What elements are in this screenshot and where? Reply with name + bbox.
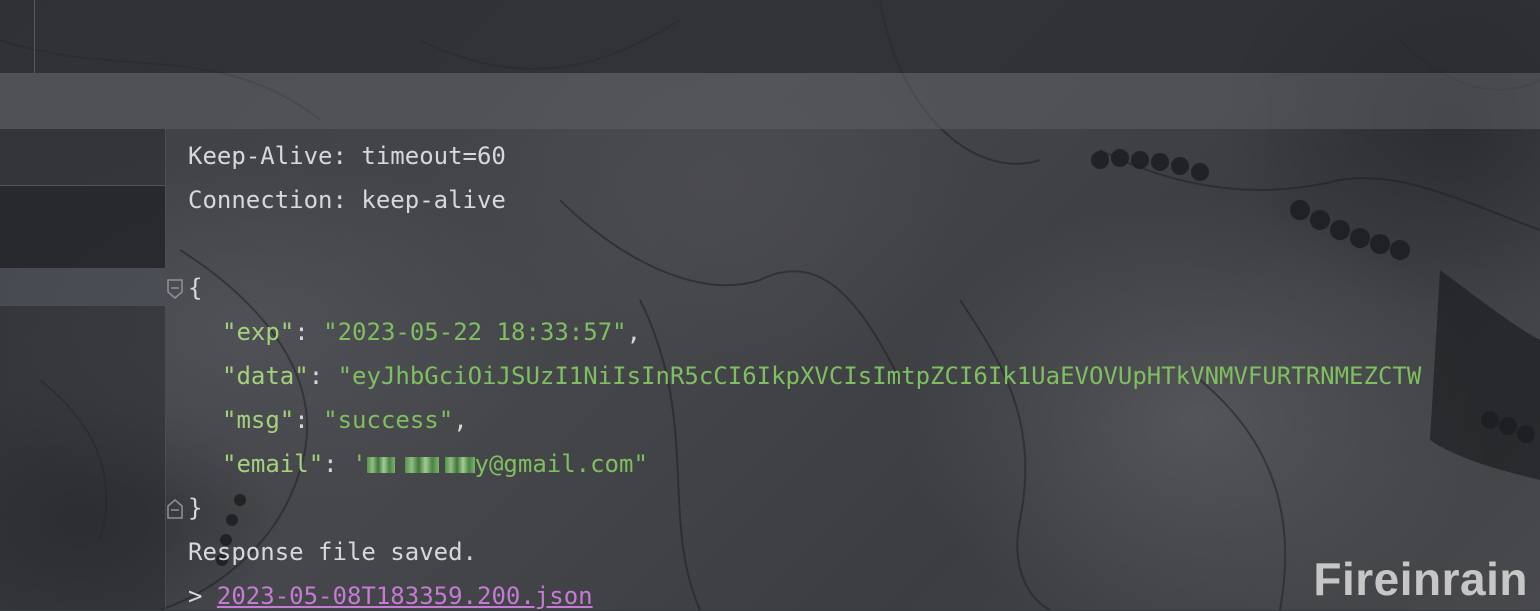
json-comma: ,	[453, 406, 468, 434]
json-colon: :	[308, 362, 338, 390]
top-tab-bar	[0, 0, 1540, 73]
panel-dark-section	[0, 186, 165, 268]
saved-file-link[interactable]: 2023-05-08T183359.200.json	[217, 582, 593, 610]
response-toolbar	[0, 73, 1540, 129]
response-header-line: Connection: keep-alive	[188, 186, 506, 214]
response-editor[interactable]: Keep-Alive: timeout=60 Connection: keep-…	[166, 129, 1540, 610]
json-value: "2023-05-22 18:33:57"	[323, 318, 627, 346]
json-colon: :	[294, 318, 324, 346]
redacted-block	[404, 457, 439, 473]
json-field-data: "data": "eyJhbGciOiJSUzI1NiIsInR5cCI6Ikp…	[222, 361, 1421, 391]
response-header-line: Keep-Alive: timeout=60	[188, 142, 506, 170]
top-divider	[34, 0, 35, 73]
email-value-suffix: y@gmail.com"	[474, 450, 648, 478]
json-colon: :	[294, 406, 324, 434]
json-key: "email"	[222, 450, 324, 478]
fold-open-icon[interactable]	[166, 278, 184, 300]
redacted-block	[444, 457, 475, 473]
panel-selected-row[interactable]	[0, 268, 165, 306]
json-comma: ,	[626, 318, 642, 346]
json-colon: :	[323, 450, 353, 478]
json-field-exp: "exp": "2023-05-22 18:33:57",	[222, 317, 641, 347]
json-open-brace: {	[188, 274, 203, 302]
redacted-block	[366, 457, 395, 473]
json-field-msg: "msg": "success",	[222, 405, 468, 435]
response-saved-file-line: > 2023-05-08T183359.200.json	[188, 581, 593, 611]
json-key: "data"	[222, 362, 309, 390]
json-key: "msg"	[222, 406, 295, 434]
saved-file-prompt: >	[188, 582, 217, 610]
json-value: "success"	[323, 406, 454, 434]
response-saved-message: Response file saved.	[188, 538, 477, 566]
json-value: "eyJhbGciOiJSUzI1NiIsInR5cCI6IkpXVCIsImt…	[337, 362, 1422, 390]
email-value-prefix: '	[352, 450, 367, 478]
json-field-email: "email": ' y@gmail.com"	[222, 449, 648, 479]
json-key: "exp"	[222, 318, 295, 346]
watermark-text: Fireinrain	[1313, 553, 1528, 605]
fold-close-icon[interactable]	[166, 498, 184, 520]
json-close-brace: }	[188, 494, 203, 522]
